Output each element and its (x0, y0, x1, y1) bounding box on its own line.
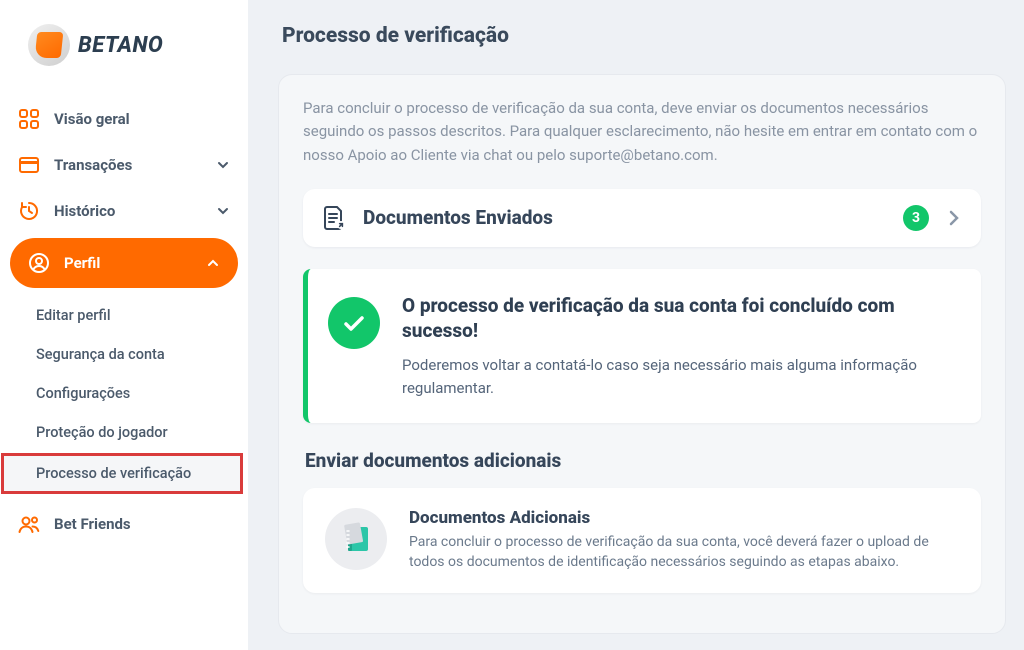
sidebar-item-overview[interactable]: Visão geral (0, 96, 248, 142)
chevron-down-icon (216, 204, 230, 218)
additional-body: Para concluir o processo de verificação … (409, 532, 959, 573)
sent-documents-card[interactable]: Documentos Enviados 3 (303, 189, 981, 247)
chevron-down-icon (216, 158, 230, 172)
page-title: Processo de verificação (278, 24, 1006, 48)
chevron-up-icon (206, 256, 220, 270)
sidebar-item-label: Transações (54, 156, 132, 174)
brand-mark-icon (28, 24, 70, 66)
sidebar-item-label: Bet Friends (54, 515, 131, 533)
additional-title: Documentos Adicionais (409, 508, 959, 528)
success-title: O processo de verificação da sua conta f… (402, 293, 955, 344)
sub-item-player-protection[interactable]: Proteção do jogador (0, 413, 248, 452)
user-icon (28, 252, 50, 274)
sub-item-edit-profile[interactable]: Editar perfil (0, 296, 248, 335)
sub-item-account-security[interactable]: Segurança da conta (0, 335, 248, 374)
sidebar-item-history[interactable]: Histórico (0, 188, 248, 234)
check-circle-icon (328, 297, 380, 349)
friends-icon (18, 513, 40, 535)
brand-name: BETANO (78, 33, 163, 58)
brand-logo[interactable]: BETANO (0, 12, 248, 96)
document-icon (321, 205, 347, 231)
notebook-icon (325, 508, 387, 570)
documents-count-badge: 3 (903, 205, 929, 231)
main-content: Processo de verificação Para concluir o … (248, 0, 1024, 650)
content-panel: Para concluir o processo de verificação … (278, 74, 1006, 634)
additional-documents-card[interactable]: Documentos Adicionais Para concluir o pr… (303, 488, 981, 593)
sidebar-item-label: Histórico (54, 202, 115, 220)
sub-item-verification-process[interactable]: Processo de verificação (2, 454, 242, 493)
sent-documents-title: Documentos Enviados (363, 206, 887, 229)
card-icon (18, 154, 40, 176)
chevron-right-icon (945, 209, 963, 227)
sidebar-item-bet-friends[interactable]: Bet Friends (0, 501, 248, 547)
verification-success-card: O processo de verificação da sua conta f… (303, 269, 981, 423)
sub-item-settings[interactable]: Configurações (0, 374, 248, 413)
sidebar-item-transactions[interactable]: Transações (0, 142, 248, 188)
grid-icon (18, 108, 40, 130)
success-body: Poderemos voltar a contatá-lo caso seja … (402, 354, 955, 399)
sidebar-item-profile[interactable]: Perfil (10, 238, 238, 288)
history-icon (18, 200, 40, 222)
sidebar-item-label: Perfil (64, 254, 100, 272)
sidebar: BETANO Visão geral Transações Histórico … (0, 0, 248, 650)
sidebar-item-label: Visão geral (54, 110, 130, 128)
additional-section-heading: Enviar documentos adicionais (305, 449, 981, 472)
intro-text: Para concluir o processo de verificação … (303, 97, 981, 167)
profile-submenu: Editar perfil Segurança da conta Configu… (0, 292, 248, 501)
